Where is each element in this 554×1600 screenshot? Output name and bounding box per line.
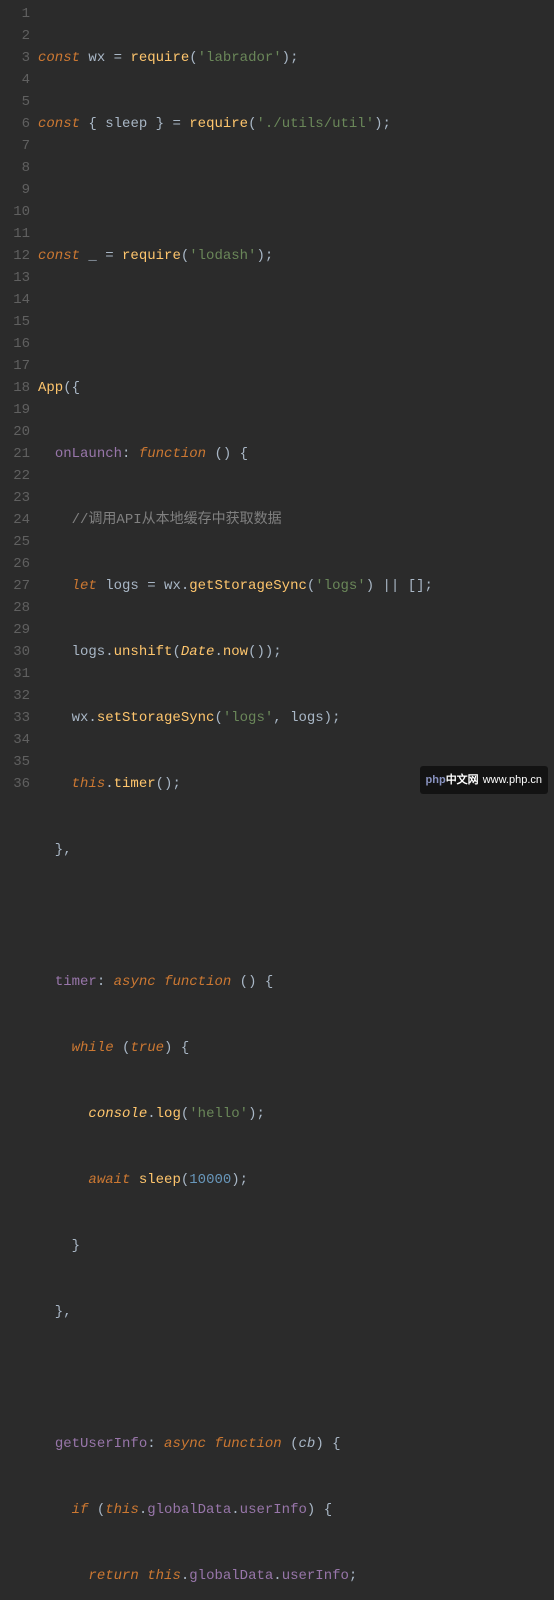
line-number: 19	[0, 399, 30, 421]
line-number: 34	[0, 729, 30, 751]
line-number: 2	[0, 25, 30, 47]
watermark-brand: php中文网	[426, 769, 479, 791]
code-line: return this.globalData.userInfo;	[38, 1565, 554, 1587]
line-number: 32	[0, 685, 30, 707]
line-number: 27	[0, 575, 30, 597]
code-line: console.log('hello');	[38, 1103, 554, 1125]
line-number: 13	[0, 267, 30, 289]
line-number: 35	[0, 751, 30, 773]
line-number: 22	[0, 465, 30, 487]
code-editor: 1 2 3 4 5 6 7 8 9 10 11 12 13 14 15 16 1…	[0, 0, 554, 1600]
watermark-site: www.php.cn	[483, 769, 542, 791]
line-number: 29	[0, 619, 30, 641]
code-line: await sleep(10000);	[38, 1169, 554, 1191]
line-number: 6	[0, 113, 30, 135]
code-line: wx.setStorageSync('logs', logs);	[38, 707, 554, 729]
line-number: 20	[0, 421, 30, 443]
line-number: 26	[0, 553, 30, 575]
code-line	[38, 311, 554, 333]
code-line: let logs = wx.getStorageSync('logs') || …	[38, 575, 554, 597]
line-number: 14	[0, 289, 30, 311]
line-number: 23	[0, 487, 30, 509]
code-line: while (true) {	[38, 1037, 554, 1059]
code-line: const { sleep } = require('./utils/util'…	[38, 113, 554, 135]
line-number: 4	[0, 69, 30, 91]
line-number: 24	[0, 509, 30, 531]
line-number: 8	[0, 157, 30, 179]
line-number: 25	[0, 531, 30, 553]
code-line: },	[38, 839, 554, 861]
line-number: 18	[0, 377, 30, 399]
code-line: logs.unshift(Date.now());	[38, 641, 554, 663]
line-number: 9	[0, 179, 30, 201]
code-line	[38, 1367, 554, 1389]
line-number: 33	[0, 707, 30, 729]
line-number: 7	[0, 135, 30, 157]
code-line	[38, 179, 554, 201]
code-line: if (this.globalData.userInfo) {	[38, 1499, 554, 1521]
line-number: 36	[0, 773, 30, 795]
code-line: //调用API从本地缓存中获取数据	[38, 509, 554, 531]
code-content: const wx = require('labrador'); const { …	[38, 3, 554, 1600]
code-line: const wx = require('labrador');	[38, 47, 554, 69]
code-line: getUserInfo: async function (cb) {	[38, 1433, 554, 1455]
line-number: 17	[0, 355, 30, 377]
code-line: App({	[38, 377, 554, 399]
line-number: 11	[0, 223, 30, 245]
line-number: 31	[0, 663, 30, 685]
code-line: },	[38, 1301, 554, 1323]
line-number: 12	[0, 245, 30, 267]
watermark-badge: php中文网 www.php.cn	[420, 766, 548, 794]
line-number-gutter: 1 2 3 4 5 6 7 8 9 10 11 12 13 14 15 16 1…	[0, 3, 38, 1600]
line-number: 16	[0, 333, 30, 355]
line-number: 1	[0, 3, 30, 25]
code-line: timer: async function () {	[38, 971, 554, 993]
code-line	[38, 905, 554, 927]
code-line: const _ = require('lodash');	[38, 245, 554, 267]
line-number: 15	[0, 311, 30, 333]
line-number: 30	[0, 641, 30, 663]
line-number: 3	[0, 47, 30, 69]
code-line: onLaunch: function () {	[38, 443, 554, 465]
line-number: 28	[0, 597, 30, 619]
code-line: }	[38, 1235, 554, 1257]
line-number: 5	[0, 91, 30, 113]
line-number: 10	[0, 201, 30, 223]
line-number: 21	[0, 443, 30, 465]
